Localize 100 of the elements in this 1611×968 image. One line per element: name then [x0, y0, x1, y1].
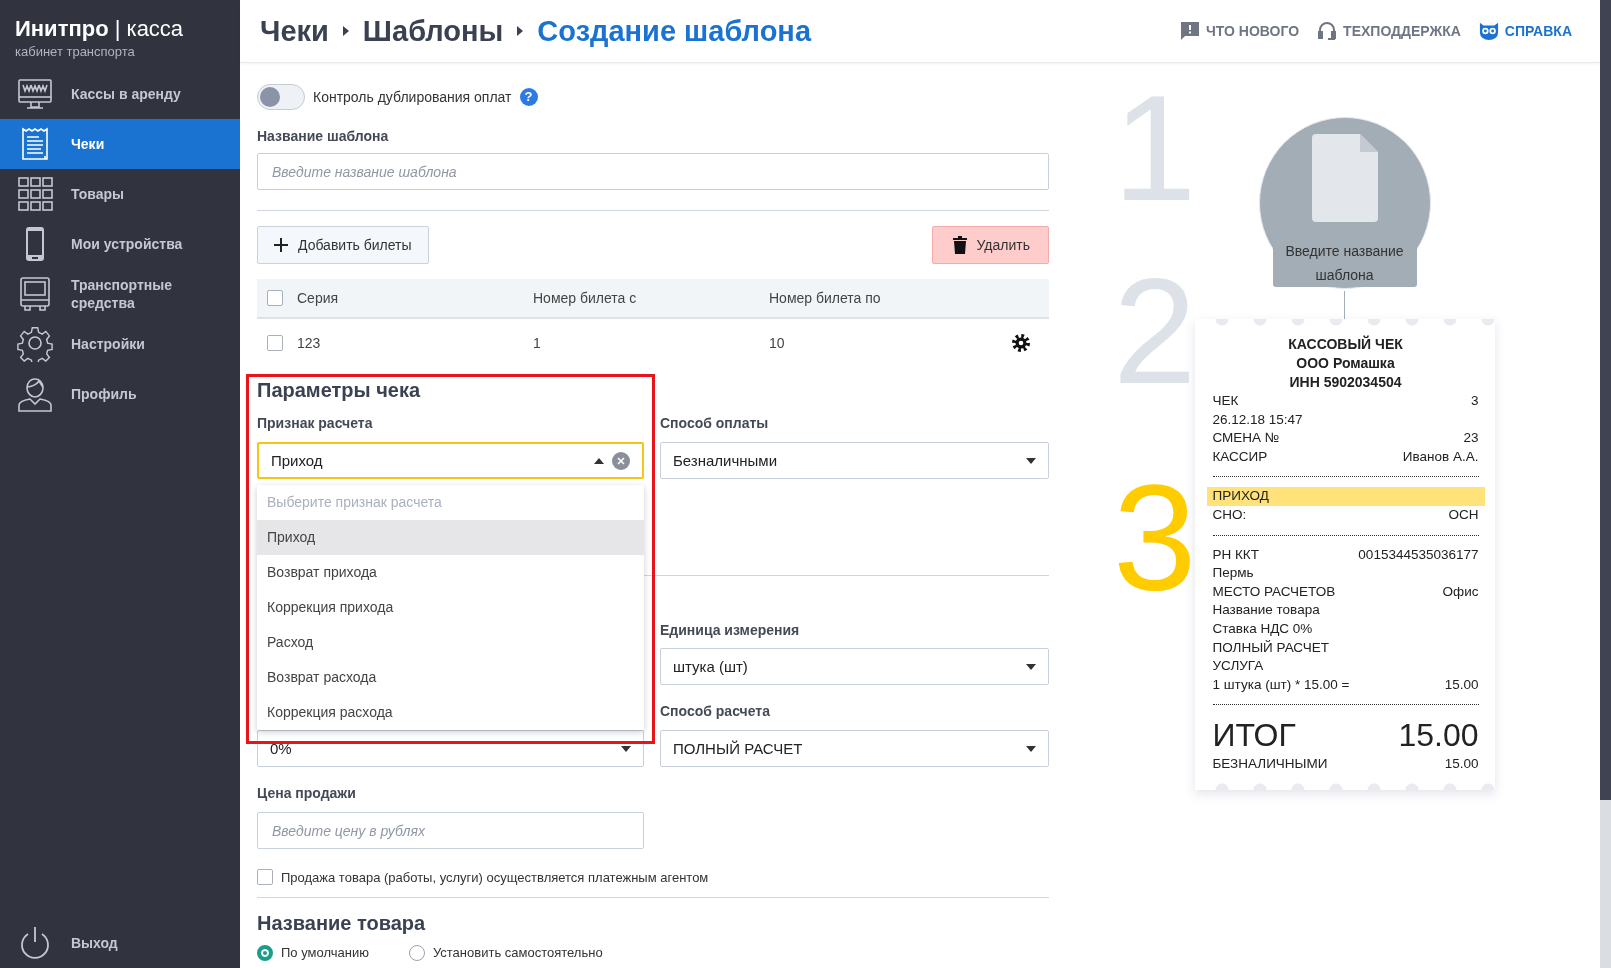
sidebar-item[interactable]: Товары [0, 169, 240, 219]
header-link[interactable]: СПРАВКА [1478, 21, 1572, 41]
template-name-field[interactable]: Введите название шаблона [257, 153, 1049, 190]
checkbox-label: Продажа товара (работы, услуги) осуществляется платежным агентом [281, 869, 709, 885]
headset-icon [1317, 21, 1338, 41]
bus-icon [17, 276, 53, 312]
header-link[interactable]: ТЕХПОДДЕРЖКА [1317, 21, 1461, 41]
checkbox[interactable] [267, 335, 283, 351]
dropdown-option[interactable]: Возврат расхода [257, 660, 644, 695]
receipt-text: МЕСТО РАСЧЕТОВ [1212, 582, 1336, 601]
dropdown-option[interactable]: Приход [257, 520, 644, 555]
unit-select[interactable]: штука (шт) [660, 648, 1049, 685]
payment-select[interactable]: Безналичными [660, 442, 1049, 479]
receipt-text: УСЛУГА [1212, 657, 1264, 676]
receipt-value: ОСН [1448, 505, 1479, 524]
radio-button[interactable] [408, 945, 425, 961]
chevron-icon [342, 26, 349, 36]
step-number: 3 [1113, 463, 1197, 613]
toggle-switch[interactable] [257, 84, 305, 110]
receipt-value: Иванов А.А. [1402, 447, 1479, 466]
receipt-text: КАССИР [1212, 447, 1268, 466]
field-label: Признак расчета [257, 415, 374, 432]
logout-item[interactable]: Выход [0, 918, 240, 968]
owl-icon [1478, 21, 1499, 41]
logo: Инитпро | касса [14, 15, 185, 42]
receipt-text: БЕЗНАЛИЧНЫМИ [1212, 755, 1328, 774]
section-title: Название товара [257, 911, 427, 936]
caret-icon [1026, 663, 1036, 670]
field-label: Единица измерения [660, 622, 801, 639]
dropdown-option[interactable]: Расход [257, 625, 644, 660]
price-field[interactable]: Введите цену в рублях [257, 812, 644, 849]
receipt-text: ПРИХОД [1206, 487, 1485, 506]
receipt-title: ИНН 5902034504 [1288, 373, 1403, 392]
receipt-value: 3 [1471, 392, 1479, 410]
receipt-text: ПОЛНЫЙ РАСЧЕТ [1212, 638, 1329, 657]
delete-button[interactable]: Удалить [931, 226, 1049, 264]
table-cell-text: 1 [533, 335, 542, 351]
dropdown-prompt: Выберите признак расчета [266, 493, 443, 512]
receipt-text: СНО: [1212, 505, 1247, 524]
radio-label: По умолчанию [281, 945, 369, 961]
help-icon[interactable]: ? [519, 88, 538, 106]
breadcrumb-link[interactable]: Чеки [260, 14, 329, 48]
column-header: Серия [297, 290, 340, 306]
receipt-text: РН ККТ [1212, 545, 1259, 564]
field-label: Название шаблона [257, 128, 390, 145]
clear-icon[interactable] [612, 451, 630, 470]
column-header: Номер билета по [769, 290, 882, 306]
receipt-text: ЧЕК [1212, 392, 1239, 410]
checkbox[interactable] [267, 290, 283, 306]
dropdown-option[interactable]: Коррекция прихода [257, 590, 644, 625]
sidebar-item[interactable]: Настройки [0, 319, 240, 369]
person-icon [17, 376, 53, 412]
header-link[interactable]: ЧТО НОВОГО [1179, 21, 1300, 41]
trash-icon [952, 236, 967, 254]
scrollbar[interactable] [1600, 0, 1611, 968]
grid-icon [17, 176, 53, 212]
receipt-text: Пермь [1212, 564, 1254, 583]
sidebar-item[interactable]: Кассы в аренду [0, 69, 240, 119]
breadcrumb-link[interactable]: Создание шаблона [537, 14, 811, 48]
radio-button[interactable] [257, 945, 273, 961]
breadcrumb-link[interactable]: Шаблоны [362, 14, 504, 48]
document-icon [1311, 134, 1378, 222]
caret-icon [1026, 745, 1036, 752]
table-cell-text: 10 [769, 335, 786, 351]
table-cell-text: 123 [297, 335, 322, 351]
receipt-text: СМЕНА № [1212, 429, 1280, 448]
receipt-text: 26.12.18 15:47 [1212, 410, 1303, 429]
caret-icon [621, 745, 631, 752]
sidebar-item[interactable]: Чеки [0, 119, 240, 169]
receipt-value: 0015344535036177 [1358, 545, 1479, 564]
section-title: Параметры чека [257, 378, 422, 403]
checkbox[interactable] [257, 869, 273, 885]
logo-subtitle: кабинет транспорта [14, 43, 136, 59]
receipt-value: 15.00 [1444, 675, 1479, 694]
caret-icon [594, 457, 604, 464]
total-value: 15.00 [1398, 716, 1479, 756]
sidebar-item[interactable]: Транспортные средства [0, 269, 240, 319]
field-label: Способ оплаты [660, 415, 770, 432]
sidebar-item[interactable]: Мои устройства [0, 219, 240, 269]
plus-icon [274, 238, 288, 252]
monitor-icon [17, 76, 53, 112]
receipt-value: 15.00 [1444, 755, 1479, 774]
dropdown-option[interactable]: Возврат прихода [257, 555, 644, 590]
vat-select[interactable]: 0% [257, 730, 644, 767]
sidebar-item[interactable]: Профиль [0, 369, 240, 419]
column-header: Номер билета с [533, 290, 638, 306]
receipt-text: Ставка НДС 0% [1212, 619, 1313, 638]
receipt-text: Название товара [1212, 601, 1320, 620]
receipt-text: 1 штука (шт) * 15.00 = [1212, 675, 1350, 694]
message-icon [1179, 21, 1200, 41]
calc-method-select[interactable]: ПОЛНЫЙ РАСЧЕТ [660, 730, 1049, 767]
add-tickets-button[interactable]: Добавить билеты [257, 226, 429, 264]
settlement-select[interactable]: Приход [257, 442, 644, 479]
receipt-title: ООО Ромашка [1295, 354, 1396, 373]
toggle-label: Контроль дублирования оплат [313, 89, 512, 105]
receipt-title: КАССОВЫЙ ЧЕК [1287, 335, 1404, 354]
gear-icon[interactable] [1011, 333, 1031, 353]
dropdown-option[interactable]: Коррекция расхода [257, 695, 644, 730]
caret-icon [1026, 457, 1036, 464]
field-label: Способ расчета [660, 703, 771, 720]
